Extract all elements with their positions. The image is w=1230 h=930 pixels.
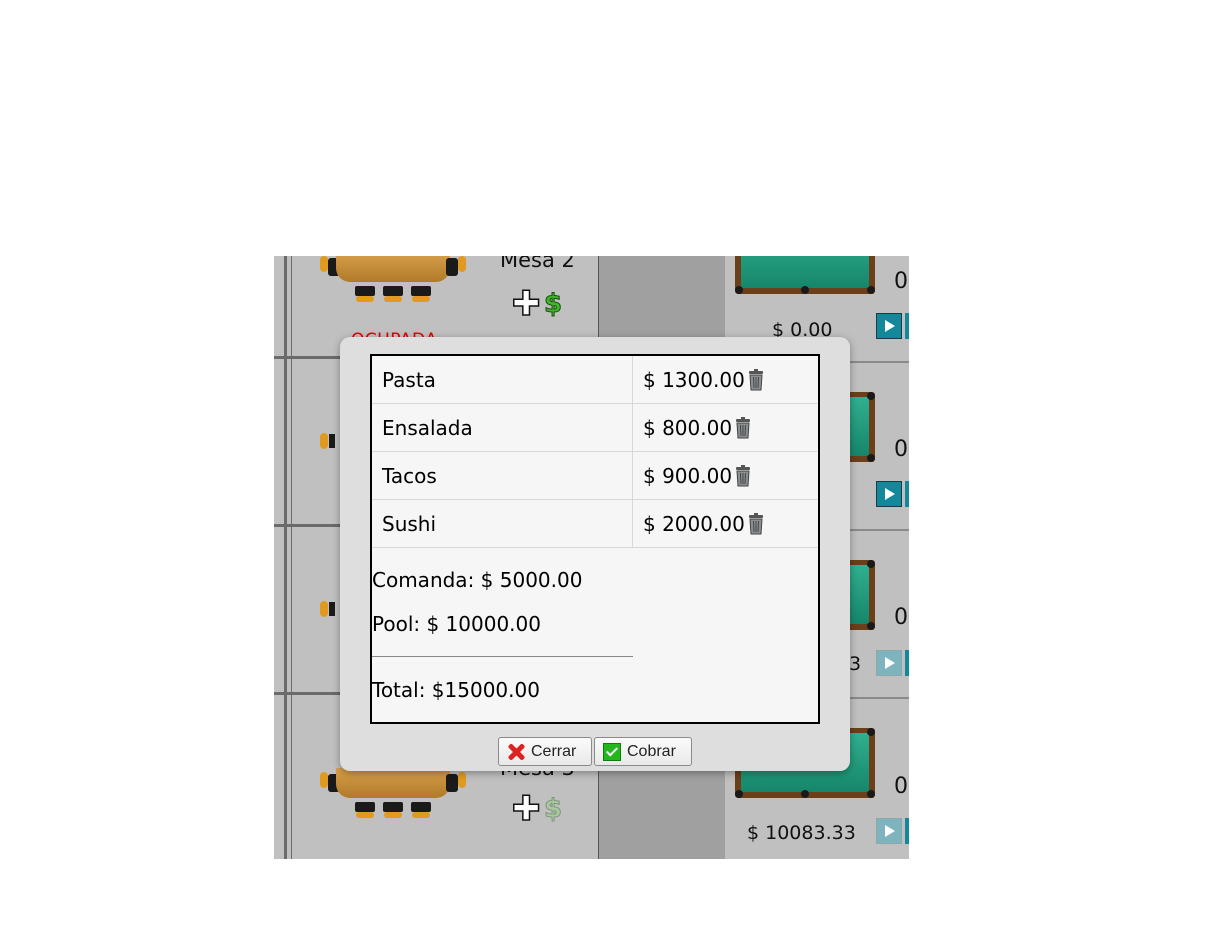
- chair-arm: [320, 601, 328, 617]
- table-row: Sushi $ 2000.00: [372, 499, 818, 548]
- divider: [372, 656, 633, 657]
- pool-count: 0: [894, 605, 908, 630]
- comanda-subtotal: Comanda: $ 5000.00: [372, 568, 583, 592]
- pool-amount: $ 10083.33: [747, 822, 856, 844]
- item-price: $ 800.00: [643, 415, 733, 440]
- pool-count: 0: [894, 269, 908, 294]
- charge-dollar-icon: $: [543, 794, 563, 825]
- play-icon: [885, 657, 895, 669]
- table-row: Pasta $ 1300.00: [372, 356, 818, 404]
- dining-table-mesa-3[interactable]: [320, 768, 466, 858]
- trash-icon[interactable]: [733, 464, 753, 487]
- charge-button[interactable]: Cobrar: [594, 737, 692, 766]
- item-name: Ensalada: [372, 403, 633, 452]
- chair-arm: [320, 433, 328, 449]
- close-button[interactable]: Cerrar: [498, 737, 592, 766]
- play-timer-button[interactable]: [876, 481, 902, 507]
- bill-dialog: Pasta $ 1300.00 Ensalada $ 800.00 Tacos $ 900…: [340, 337, 850, 771]
- play-timer-button: [876, 818, 902, 844]
- item-price-cell: $ 800.00: [632, 403, 818, 452]
- item-price-cell: $ 1300.00: [632, 356, 818, 404]
- pool-count: 0: [894, 774, 908, 799]
- charge-dollar-icon[interactable]: $: [543, 289, 562, 320]
- play-icon: [885, 320, 895, 332]
- item-price: $ 900.00: [643, 463, 733, 488]
- charge-button-label: Cobrar: [627, 742, 676, 760]
- close-icon: [507, 743, 525, 761]
- table-row: Ensalada $ 800.00: [372, 403, 818, 452]
- item-price: $ 1300.00: [643, 367, 745, 392]
- pool-amount: 3: [849, 653, 862, 675]
- trash-icon[interactable]: [746, 368, 766, 391]
- order-items-table: Pasta $ 1300.00 Ensalada $ 800.00 Tacos $ 900…: [372, 356, 818, 548]
- pool-table[interactable]: [735, 256, 875, 294]
- table-label: Mesa 2: [500, 256, 575, 272]
- pool-count: 0: [894, 437, 908, 462]
- item-price-cell: $ 900.00: [632, 451, 818, 500]
- check-icon: [603, 742, 621, 761]
- pool-subtotal: Pool: $ 10000.00: [372, 612, 541, 636]
- bill-panel: Pasta $ 1300.00 Ensalada $ 800.00 Tacos $ 900…: [370, 354, 820, 724]
- item-name: Pasta: [372, 356, 633, 404]
- item-price: $ 2000.00: [643, 511, 745, 536]
- play-icon: [885, 488, 895, 500]
- add-order-icon[interactable]: ✚: [511, 286, 541, 322]
- play-icon: [885, 825, 895, 837]
- close-button-label: Cerrar: [531, 742, 577, 760]
- trash-icon[interactable]: [733, 416, 753, 439]
- trash-icon[interactable]: [746, 512, 766, 535]
- play-timer-button[interactable]: [876, 313, 902, 339]
- item-price-cell: $ 2000.00: [632, 499, 818, 548]
- play-timer-button: [876, 650, 902, 676]
- item-name: Tacos: [372, 451, 633, 500]
- table-row: Tacos $ 900.00: [372, 451, 818, 500]
- item-name: Sushi: [372, 499, 633, 548]
- add-order-icon[interactable]: ✚: [511, 791, 541, 827]
- grand-total: Total: $15000.00: [372, 678, 540, 702]
